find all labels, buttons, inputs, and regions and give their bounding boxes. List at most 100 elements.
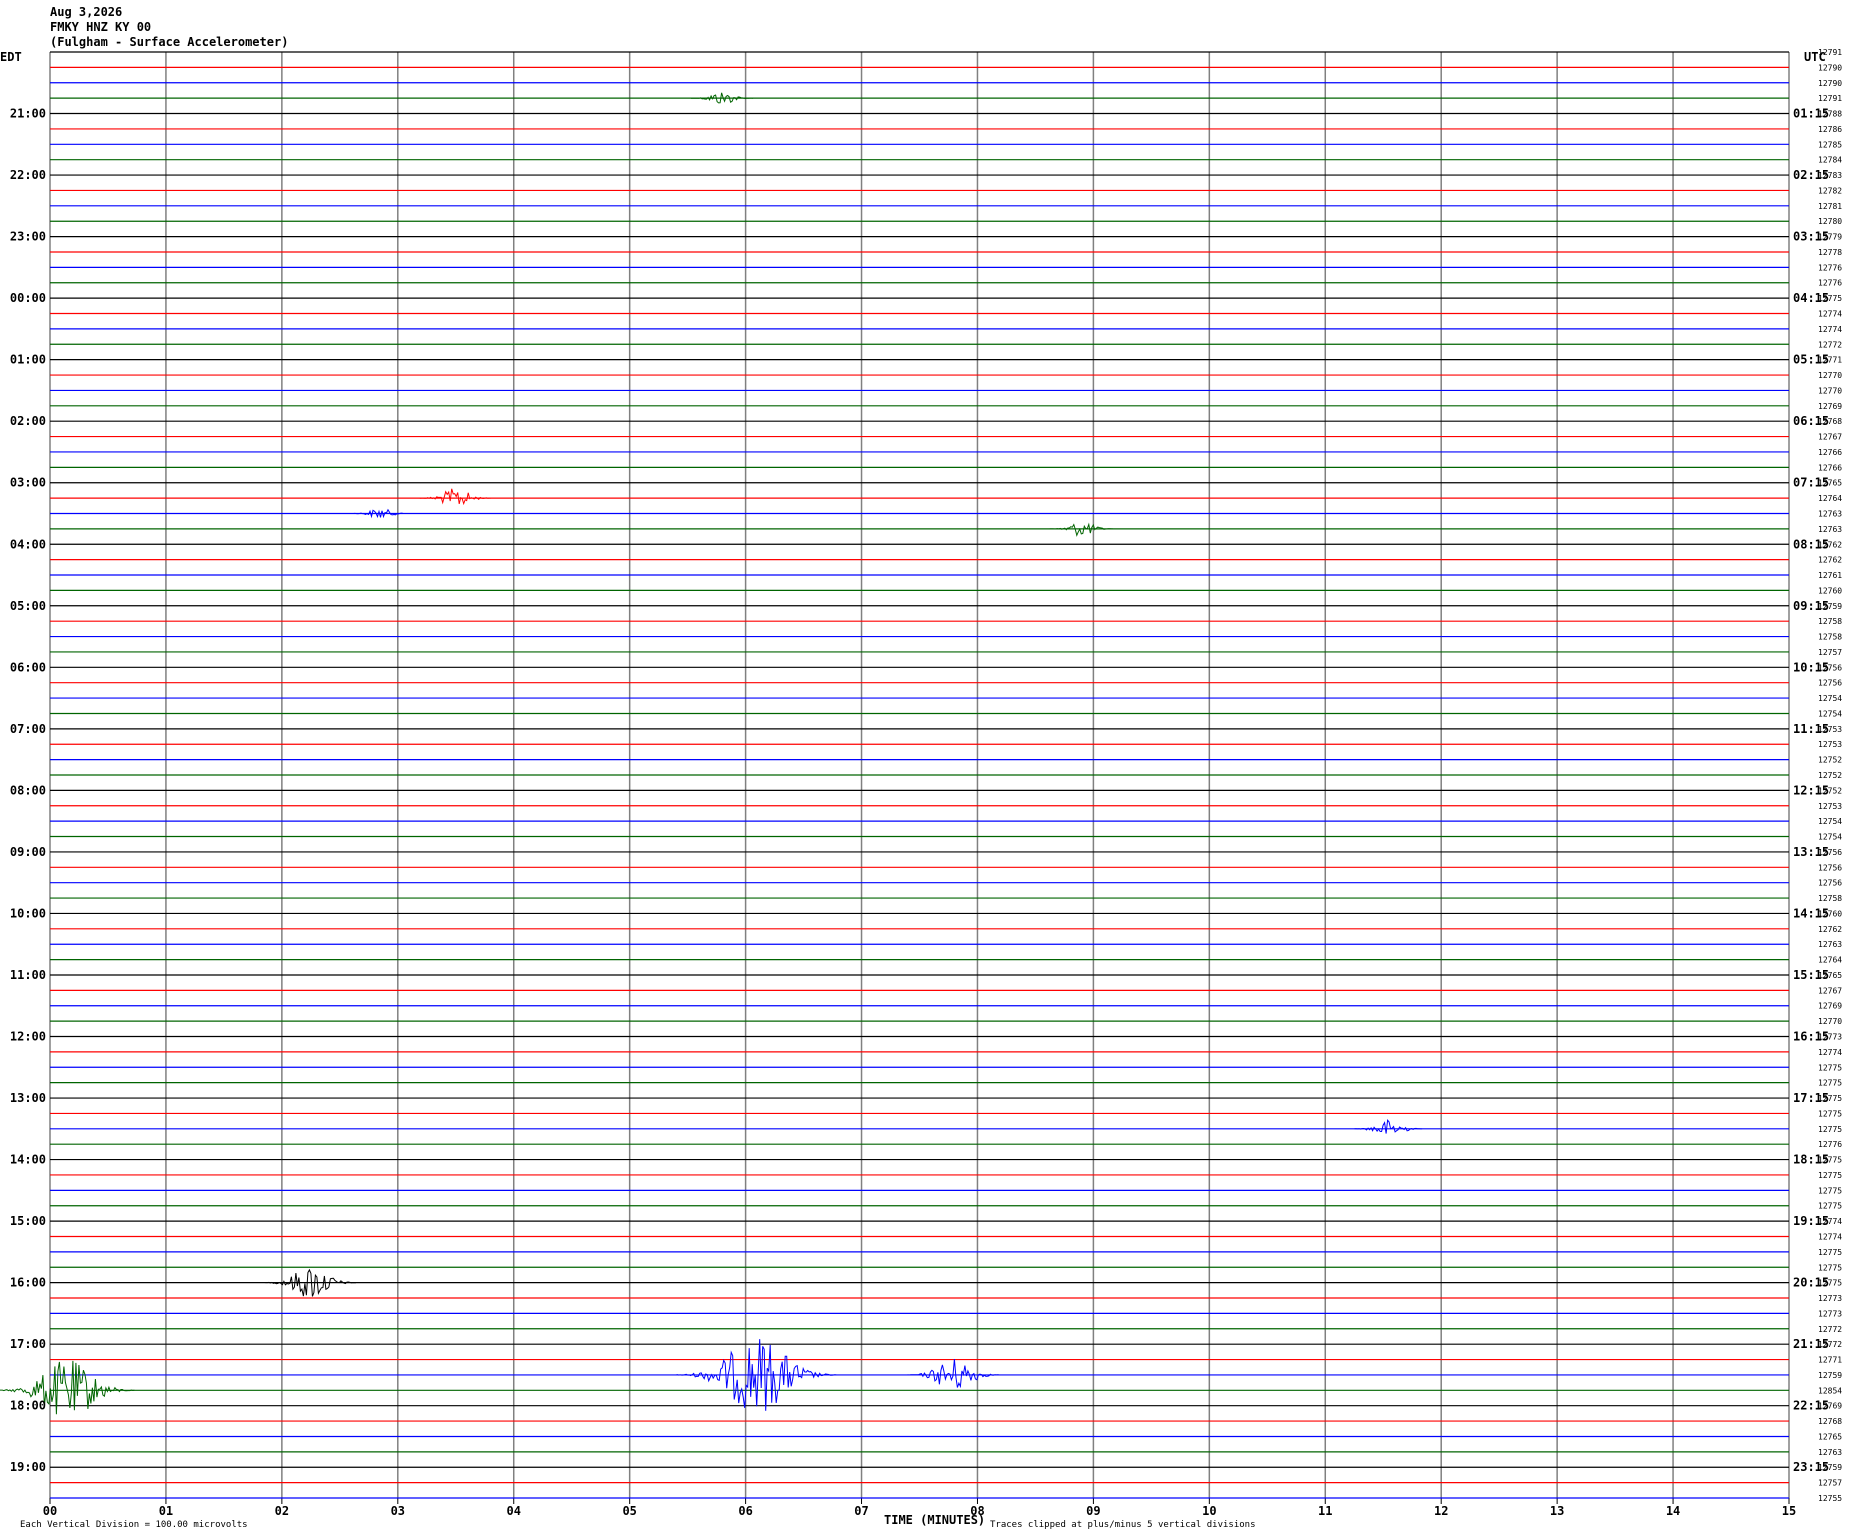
left-hour-label: 16:00	[10, 1276, 46, 1290]
trace-offset-label: 12775	[1818, 1156, 1842, 1165]
trace-offset-label: 12775	[1818, 1263, 1842, 1272]
location-label: (Fulgham - Surface Accelerometer)	[50, 35, 288, 49]
trace-offset-label: 12772	[1818, 1325, 1842, 1334]
trace-offset-label: 12771	[1818, 356, 1842, 365]
trace-rows	[0, 51, 1789, 1499]
trace-offset-label: 12770	[1818, 371, 1842, 380]
trace-offset-label: 12767	[1818, 433, 1842, 442]
left-hour-label: 22:00	[10, 168, 46, 182]
left-hour-label: 04:00	[10, 537, 46, 551]
scale-note: Each Vertical Division = 100.00 microvol…	[20, 1520, 248, 1530]
trace-offset-label: 12774	[1818, 1217, 1842, 1226]
seismogram-plot: Aug 3,2026 FMKY HNZ KY 00 (Fulgham - Sur…	[0, 5, 1842, 1530]
trace-offset-label: 12783	[1818, 171, 1842, 180]
left-hour-label: 11:00	[10, 968, 46, 982]
trace-offset-label: 12776	[1818, 263, 1842, 272]
trace-offset-label: 12775	[1818, 1063, 1842, 1072]
trace-offset-label: 12778	[1818, 248, 1842, 257]
trace-offset-label: 12763	[1818, 525, 1842, 534]
trace-offset-label: 12775	[1818, 1125, 1842, 1134]
trace-offset-label: 12755	[1818, 1494, 1842, 1503]
trace-offset-label: 12775	[1818, 1109, 1842, 1118]
trace-offset-label: 12754	[1818, 694, 1842, 703]
seismic-event-burst	[1354, 1118, 1423, 1134]
trace-offset-label: 12854	[1818, 1386, 1842, 1395]
trace-offset-label: 12752	[1818, 786, 1842, 795]
x-tick-label: 09	[1086, 1504, 1100, 1518]
trace-offset-label: 12756	[1818, 663, 1842, 672]
trace-offset-label: 12759	[1818, 602, 1842, 611]
left-hour-label: 18:00	[10, 1399, 46, 1413]
trace-offset-label: 12768	[1818, 1417, 1842, 1426]
trace-offset-label: 12779	[1818, 233, 1842, 242]
x-tick-label: 14	[1666, 1504, 1680, 1518]
x-tick-label: 15	[1782, 1504, 1796, 1518]
minute-gridlines	[49, 52, 1790, 1504]
trace-offset-label: 12775	[1818, 1079, 1842, 1088]
seismic-event-burst	[907, 1359, 1000, 1389]
trace-offset-label: 12788	[1818, 110, 1842, 119]
left-hour-label: 09:00	[10, 845, 46, 859]
trace-offset-label: 12752	[1818, 756, 1842, 765]
x-tick-label: 10	[1202, 1504, 1216, 1518]
x-tick-label: 11	[1318, 1504, 1332, 1518]
trace-offset-label: 12759	[1818, 1463, 1842, 1472]
trace-offset-label: 12758	[1818, 617, 1842, 626]
seismic-event-burst	[1049, 522, 1113, 537]
trace-offset-label: 12774	[1818, 1232, 1842, 1241]
trace-offset-label: 12786	[1818, 125, 1842, 134]
trace-offset-label: 12760	[1818, 909, 1842, 918]
station-label: FMKY HNZ KY 00	[50, 20, 151, 34]
trace-offset-label: 12760	[1818, 586, 1842, 595]
x-tick-label: 07	[854, 1504, 868, 1518]
trace-offset-label: 12775	[1818, 1248, 1842, 1257]
trace-offset-label: 12763	[1818, 1448, 1842, 1457]
trace-offset-label: 12785	[1818, 140, 1842, 149]
left-hour-label: 08:00	[10, 783, 46, 797]
trace-offset-label: 12766	[1818, 463, 1842, 472]
trace-offset-label: 12768	[1818, 417, 1842, 426]
left-hour-label: 19:00	[10, 1460, 46, 1474]
trace-offset-label: 12775	[1818, 1171, 1842, 1180]
left-hour-label: 05:00	[10, 599, 46, 613]
trace-offset-label: 12754	[1818, 817, 1842, 826]
trace-offset-label: 12765	[1818, 971, 1842, 980]
x-tick-label: 12	[1434, 1504, 1448, 1518]
trace-offset-label: 12756	[1818, 863, 1842, 872]
trace-offset-label: 12756	[1818, 848, 1842, 857]
trace-offset-label: 12769	[1818, 1002, 1842, 1011]
trace-offset-label: 12757	[1818, 648, 1842, 657]
left-hour-label: 14:00	[10, 1153, 46, 1167]
trace-offset-label: 12774	[1818, 325, 1842, 334]
trace-offset-label: 12772	[1818, 1340, 1842, 1349]
trace-offset-label: 12782	[1818, 186, 1842, 195]
x-tick-label: 02	[275, 1504, 289, 1518]
trace-offset-label: 12784	[1818, 156, 1842, 165]
trace-offset-label: 12762	[1818, 556, 1842, 565]
trace-offset-label: 12774	[1818, 310, 1842, 319]
trace-offset-label: 12762	[1818, 925, 1842, 934]
trace-offset-label: 12764	[1818, 494, 1842, 503]
trace-offset-label: 12790	[1818, 79, 1842, 88]
trace-offset-label: 12765	[1818, 1432, 1842, 1441]
trace-offset-label: 12776	[1818, 279, 1842, 288]
trace-offset-label: 12756	[1818, 679, 1842, 688]
trace-offset-label: 12757	[1818, 1479, 1842, 1488]
trace-offset-label: 12762	[1818, 540, 1842, 549]
trace-offset-label: 12773	[1818, 1294, 1842, 1303]
trace-offset-label: 12756	[1818, 879, 1842, 888]
x-tick-label: 13	[1550, 1504, 1564, 1518]
left-hour-labels: 21:00 22:00 23:00 00:00 01:00 02:00 03:00 04:00…	[10, 107, 46, 1475]
trace-offset-label: 12773	[1818, 1309, 1842, 1318]
trace-offset-label: 12775	[1818, 1202, 1842, 1211]
x-tick-label: 06	[738, 1504, 752, 1518]
x-tick-label: 05	[622, 1504, 636, 1518]
trace-offset-label: 12791	[1818, 94, 1842, 103]
left-hour-label: 07:00	[10, 722, 46, 736]
left-hour-label: 13:00	[10, 1091, 46, 1105]
trace-offset-label: 12754	[1818, 833, 1842, 842]
trace-offset-labels: 12791 12790 12790 12791 12788 12786 12785 12784…	[1818, 48, 1842, 1503]
trace-offset-label: 12759	[1818, 1371, 1842, 1380]
date-label: Aug 3,2026	[50, 5, 122, 19]
left-hour-label: 02:00	[10, 414, 46, 428]
